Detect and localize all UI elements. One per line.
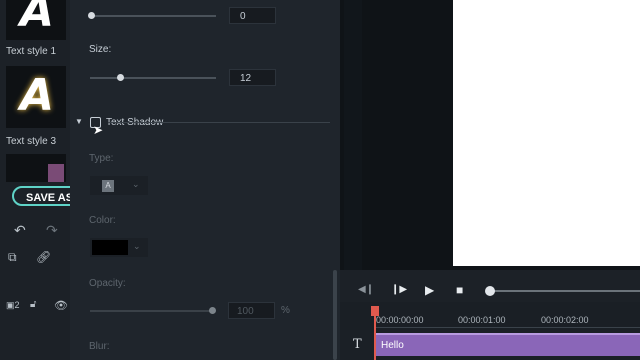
- eye-icon[interactable]: 👁︎: [54, 299, 68, 312]
- mouse-cursor-icon: ➤: [93, 123, 104, 137]
- opacity-slider-knob[interactable]: [209, 307, 216, 314]
- opacity-unit: %: [281, 305, 290, 316]
- color-swatch: [92, 240, 128, 255]
- play-icon[interactable]: ▶: [425, 283, 434, 297]
- chevron-down-icon: ⌄: [133, 241, 141, 251]
- opacity-slider-track[interactable]: [90, 310, 214, 312]
- track-number-icon: ▣2: [6, 300, 20, 310]
- playback-progress-knob[interactable]: [485, 286, 495, 296]
- preview-edge: [344, 0, 362, 270]
- size-value-field[interactable]: 12: [229, 69, 276, 86]
- chevron-down-icon: ⌄: [132, 179, 140, 189]
- collapse-arrow-icon[interactable]: ▼: [75, 117, 83, 126]
- text-clip[interactable]: Hello: [374, 333, 640, 356]
- timecode-2: 00:00:02:00: [541, 315, 589, 325]
- text-style-thumb-3[interactable]: A: [6, 66, 66, 128]
- type-value: A: [102, 180, 114, 192]
- redo-icon[interactable]: ↷: [46, 222, 58, 239]
- preview-canvas: [453, 0, 640, 266]
- type-label: Type:: [89, 153, 114, 164]
- opacity-label: Opacity:: [89, 278, 126, 289]
- prev-frame-icon[interactable]: ◀❙: [358, 284, 374, 295]
- text-style-thumb-next[interactable]: [6, 154, 66, 182]
- section-divider: [108, 122, 330, 123]
- color-picker[interactable]: ⌄: [90, 238, 148, 257]
- blur-label: Blur:: [89, 341, 110, 352]
- type-dropdown[interactable]: A ⌄: [90, 176, 148, 195]
- stop-icon[interactable]: ■: [456, 283, 463, 297]
- playback-progress-track[interactable]: [490, 290, 640, 292]
- text-style-panel: A Text style 1 A Text style 3 ↶ ↷ ⧉ 🔗︎ ▣…: [0, 0, 70, 360]
- top-slider-track[interactable]: [90, 15, 216, 17]
- size-slider-knob[interactable]: [117, 74, 124, 81]
- playhead-handle[interactable]: [371, 306, 379, 316]
- lock-icon[interactable]: 🔓︎: [30, 299, 36, 310]
- text-style-label-1: Text style 1: [6, 46, 57, 57]
- opacity-value-field[interactable]: 100: [228, 302, 275, 319]
- text-style-label-3: Text style 3: [6, 136, 57, 147]
- link-icon[interactable]: 🔗︎: [36, 250, 51, 264]
- step-forward-icon[interactable]: ❙▶: [391, 284, 407, 295]
- style-glyph: A: [20, 0, 55, 37]
- color-label: Color:: [89, 215, 116, 226]
- text-track-icon: T: [353, 337, 362, 352]
- ruler-line: [374, 327, 640, 328]
- timecode-1: 00:00:01:00: [458, 315, 506, 325]
- top-slider-value[interactable]: 0: [229, 7, 276, 24]
- timecode-0: 00:00:00:00: [376, 315, 424, 325]
- size-slider-track[interactable]: [90, 77, 216, 79]
- size-label: Size:: [89, 44, 112, 55]
- settings-scrollbar[interactable]: [333, 270, 337, 360]
- undo-icon[interactable]: ↶: [14, 222, 26, 239]
- text-style-thumb-1[interactable]: A: [6, 0, 66, 40]
- add-track-icon[interactable]: ⧉: [8, 250, 17, 265]
- playhead[interactable]: [374, 309, 376, 360]
- style-preview-fragment: [48, 164, 64, 182]
- top-slider-knob[interactable]: [88, 12, 95, 19]
- style-glyph: A: [20, 70, 55, 121]
